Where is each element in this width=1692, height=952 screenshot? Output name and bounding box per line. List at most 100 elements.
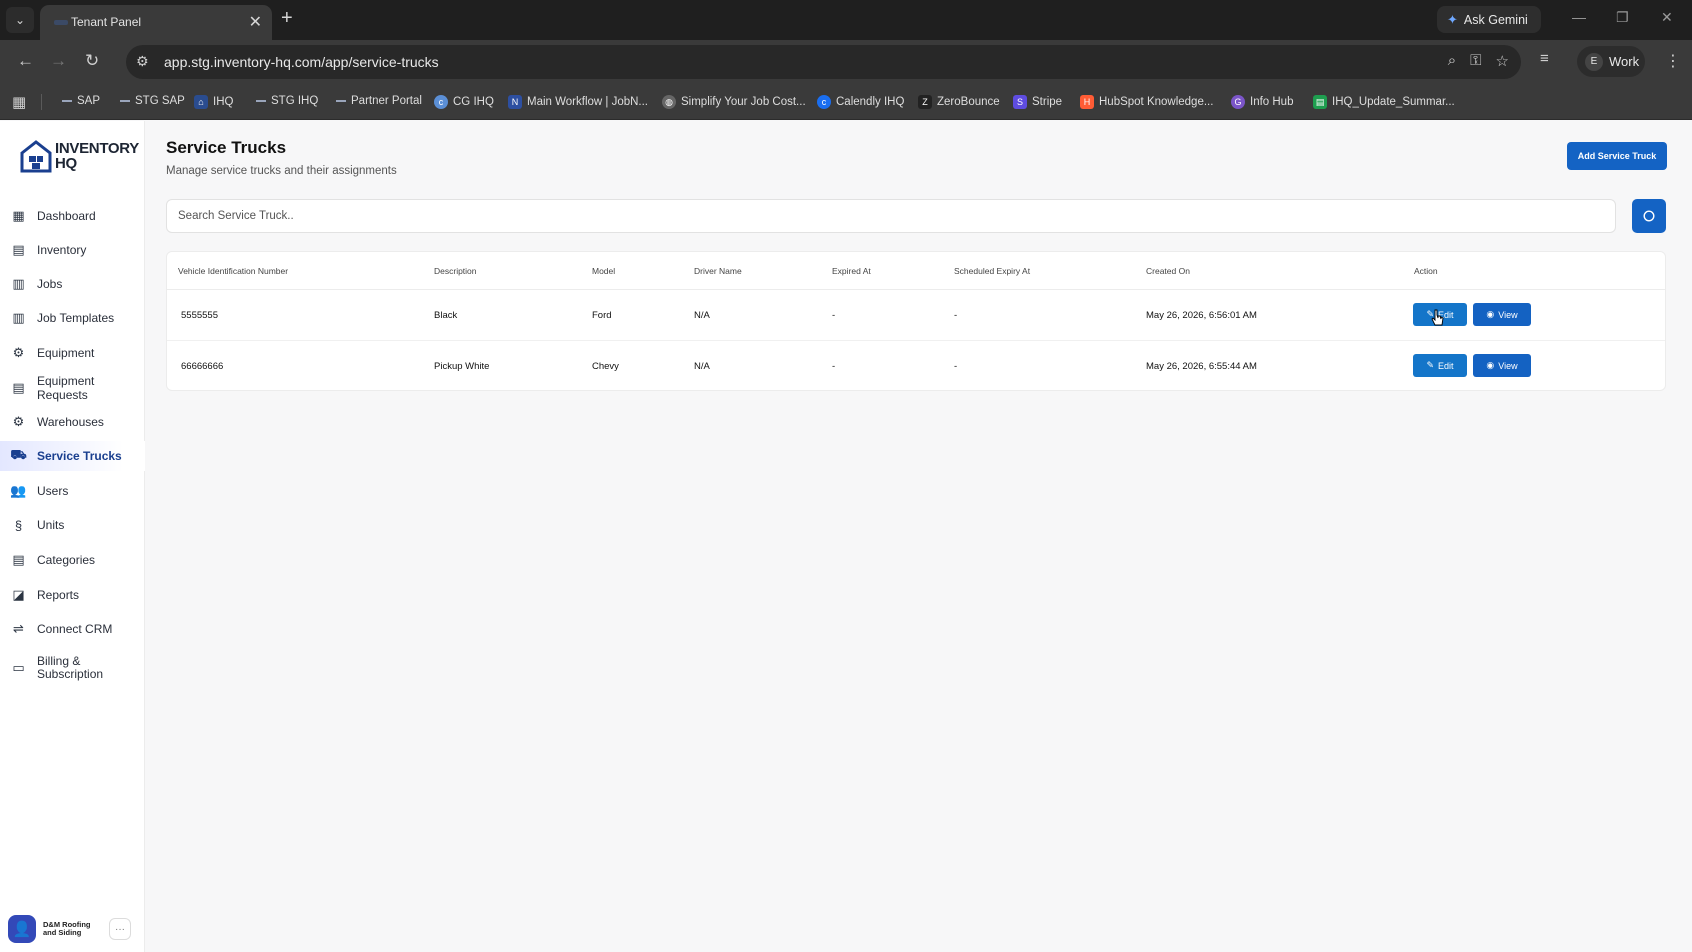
new-tab-button[interactable]: +: [281, 7, 293, 30]
cell-vin: 5555555: [181, 310, 218, 321]
sidebar-item-label: Service Trucks: [37, 449, 122, 463]
bookmark-stg-ihq[interactable]: STG IHQ: [256, 95, 318, 107]
reload-icon[interactable]: ↻: [85, 51, 99, 71]
sidebar-item-label: Dashboard: [37, 209, 96, 223]
bookmark-hubspot[interactable]: H HubSpot Knowledge...: [1080, 95, 1213, 109]
sidebar-item-label: Job Templates: [37, 311, 115, 325]
job-templates-icon: ▥: [12, 310, 25, 325]
sidebar-item-label: Reports: [37, 588, 80, 602]
sidebar-item-service-trucks[interactable]: ⛟ Service Trucks: [0, 441, 145, 471]
cell-model: Chevy: [592, 361, 619, 372]
sidebar-item-billing[interactable]: ▭ Billing & Subscription: [0, 648, 145, 688]
profile-button[interactable]: E Work: [1577, 46, 1645, 77]
equipment-icon: ⚙: [12, 345, 25, 360]
crm-icon: ⇌: [13, 621, 24, 636]
password-key-icon[interactable]: ⚿: [1470, 52, 1481, 70]
profile-label: Work: [1609, 54, 1640, 69]
bookmark-partner-portal[interactable]: Partner Portal: [336, 95, 422, 107]
sidebar-item-units[interactable]: § Units: [0, 510, 145, 540]
column-header-expired-at: Expired At: [832, 266, 871, 276]
calendly-icon: c: [817, 95, 831, 109]
house-icon: ⌂: [194, 95, 208, 109]
search-button[interactable]: [1632, 199, 1666, 233]
reports-icon: ◪: [12, 587, 25, 602]
search-field[interactable]: [166, 199, 1616, 233]
bookmark-cg-ihq[interactable]: c CG IHQ: [434, 95, 494, 109]
bookmark-label: IHQ: [213, 96, 234, 108]
bookmark-dash-icon: [62, 100, 72, 102]
cell-description: Pickup White: [434, 361, 490, 372]
tab-search-button[interactable]: ⌄: [6, 7, 34, 33]
hubspot-icon: H: [1080, 95, 1094, 109]
add-service-truck-button[interactable]: Add Service Truck: [1567, 142, 1667, 170]
app-sidebar: INVENTORY HQ ▦ Dashboard ▤ Inventory ▥ Jobs…: [0, 121, 145, 952]
more-options-icon[interactable]: ···: [109, 918, 131, 940]
column-header-model: Model: [592, 266, 616, 276]
sidebar-item-equipment-requests[interactable]: ▤ Equipment Requests: [0, 373, 145, 403]
ask-gemini-button[interactable]: ✦ Ask Gemini: [1437, 6, 1541, 33]
reading-list-icon[interactable]: ≡: [1540, 50, 1549, 67]
sidebar-item-job-templates[interactable]: ▥ Job Templates: [0, 303, 145, 333]
view-button[interactable]: ◉ View: [1473, 354, 1531, 377]
search-input[interactable]: [167, 200, 1615, 232]
bookmark-label: Partner Portal: [351, 95, 422, 107]
units-icon: §: [14, 517, 23, 533]
bookmark-info-hub[interactable]: G Info Hub: [1231, 95, 1293, 109]
truck-icon: ⛟: [10, 447, 27, 462]
minimize-window-icon[interactable]: —: [1572, 9, 1586, 25]
logo-text: INVENTORY HQ: [55, 141, 139, 171]
column-header-created-on: Created On: [1146, 266, 1190, 276]
sidebar-item-jobs[interactable]: ▥ Jobs: [0, 269, 145, 299]
address-bar[interactable]: ⚙ app.stg.inventory-hq.com/app/service-t…: [126, 45, 1521, 79]
browser-menu-icon[interactable]: ⋮: [1665, 51, 1681, 71]
organization-switcher[interactable]: 👤 D&M Roofing and Siding ···: [8, 913, 138, 945]
inventory-hq-logo[interactable]: INVENTORY HQ: [20, 139, 139, 173]
apps-grid-icon[interactable]: ▦: [12, 93, 26, 111]
cell-driver-name: N/A: [694, 361, 710, 372]
eye-icon: ◉: [1486, 309, 1495, 319]
sidebar-item-label: Users: [37, 484, 69, 498]
tab-close-icon[interactable]: ✕: [249, 12, 262, 32]
forward-arrow-icon[interactable]: →: [50, 51, 67, 71]
bookmark-sap[interactable]: SAP: [62, 95, 100, 107]
restore-window-icon[interactable]: ❐: [1616, 9, 1629, 26]
organization-avatar: 👤: [8, 915, 36, 943]
categories-icon: ▤: [12, 552, 25, 567]
mouse-pointer-icon: [1431, 309, 1444, 326]
jobnimbus-icon: N: [508, 95, 522, 109]
bookmark-star-icon[interactable]: ☆: [1496, 52, 1509, 70]
sidebar-item-users[interactable]: 👥 Users: [0, 476, 145, 506]
eye-icon: ◉: [1486, 360, 1495, 370]
bookmark-stg-sap[interactable]: STG SAP: [120, 95, 185, 107]
bookmark-label: Info Hub: [1250, 96, 1294, 108]
bookmarks-divider: [41, 94, 42, 110]
view-button[interactable]: ◉ View: [1473, 303, 1531, 326]
sidebar-item-warehouses[interactable]: ⚙ Warehouses: [0, 407, 145, 437]
column-header-scheduled-expiry: Scheduled Expiry At: [954, 266, 1031, 276]
sidebar-item-equipment[interactable]: ⚙ Equipment: [0, 338, 145, 368]
bookmark-zerobounce[interactable]: Z ZeroBounce: [918, 95, 1000, 109]
zoom-icon[interactable]: ⌕: [1448, 52, 1456, 70]
cell-scheduled-expiry: -: [954, 361, 958, 372]
sidebar-item-categories[interactable]: ▤ Categories: [0, 545, 145, 575]
sidebar-item-label: Billing & Subscription: [37, 654, 104, 681]
sidebar-item-inventory[interactable]: ▤ Inventory: [0, 235, 145, 265]
bookmark-main-workflow[interactable]: N Main Workflow | JobN...: [508, 95, 648, 109]
bookmark-ihq[interactable]: ⌂ IHQ: [194, 95, 233, 109]
browser-tab-active[interactable]: Tenant Panel ✕: [40, 5, 272, 40]
close-window-icon[interactable]: ✕: [1661, 9, 1673, 26]
edit-button[interactable]: ✎ Edit: [1413, 354, 1467, 377]
site-info-icon[interactable]: ⚙: [136, 53, 149, 70]
bookmark-dash-icon: [336, 100, 346, 102]
bookmark-stripe[interactable]: S Stripe: [1013, 95, 1062, 109]
bookmark-label: Simplify Your Job Cost...: [681, 96, 806, 108]
bookmark-calendly-ihq[interactable]: c Calendly IHQ: [817, 95, 904, 109]
sidebar-item-dashboard[interactable]: ▦ Dashboard: [0, 201, 145, 231]
bookmark-ihq-update-summary[interactable]: ▤ IHQ_Update_Summar...: [1313, 95, 1455, 109]
back-arrow-icon[interactable]: ←: [17, 51, 34, 71]
sidebar-item-connect-crm[interactable]: ⇌ Connect CRM: [0, 614, 145, 644]
sidebar-item-reports[interactable]: ◪ Reports: [0, 580, 145, 610]
cell-scheduled-expiry: -: [954, 310, 958, 321]
bookmark-simplify-job-cost[interactable]: ◍ Simplify Your Job Cost...: [662, 95, 806, 109]
address-url[interactable]: app.stg.inventory-hq.com/app/service-tru…: [164, 54, 439, 70]
